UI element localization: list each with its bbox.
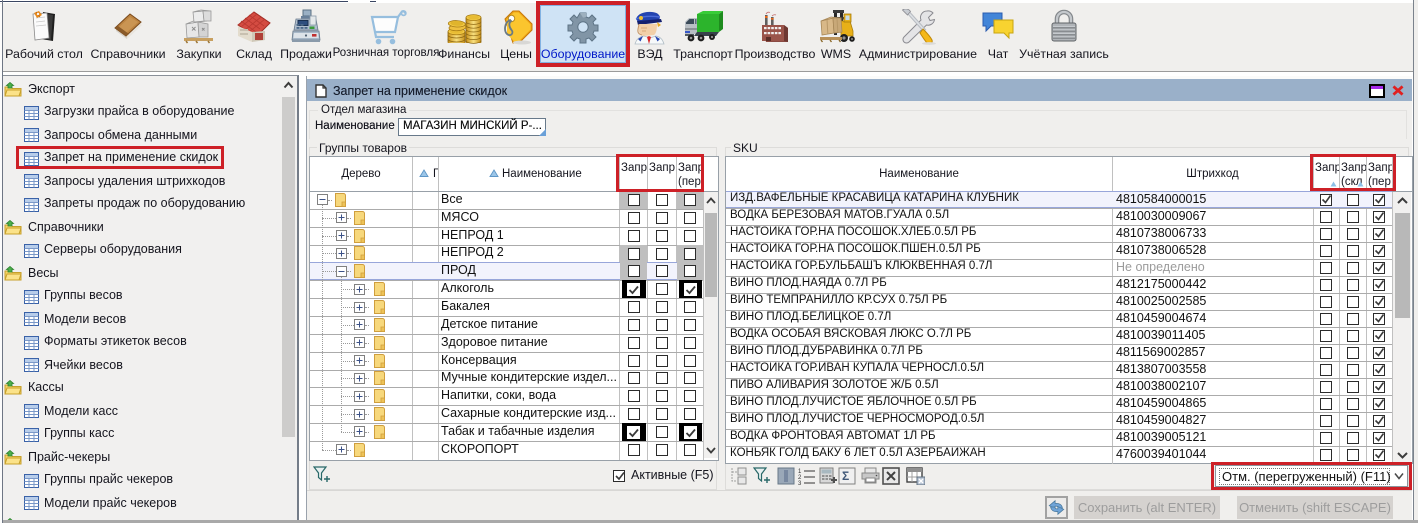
svg-text:Σ: Σ <box>842 469 849 483</box>
svg-text:3: 3 <box>798 481 802 485</box>
